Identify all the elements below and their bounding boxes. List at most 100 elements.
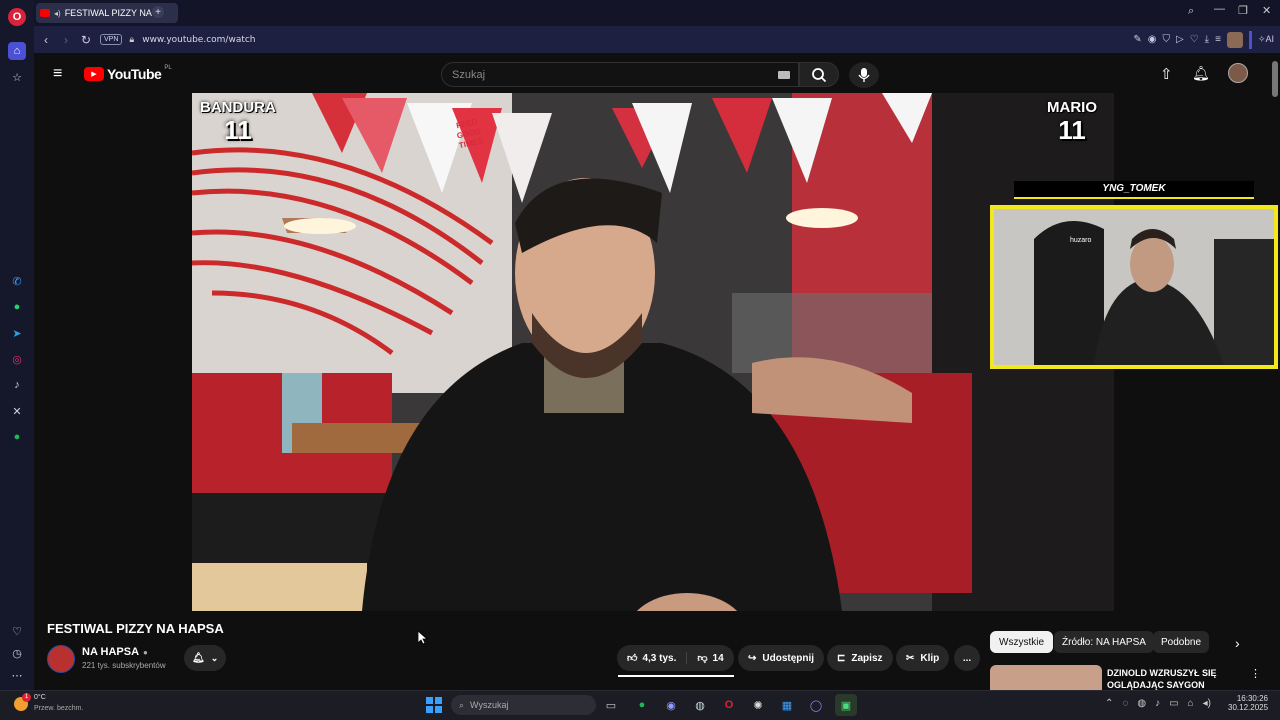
- taskbar-search-input[interactable]: ⌕ Wyszukaj: [451, 695, 596, 715]
- clock[interactable]: 16:30:26 30.12.2025: [1228, 694, 1268, 712]
- chips-next-arrow-icon[interactable]: ›: [1235, 635, 1240, 651]
- like-ratio-bar: [618, 675, 734, 677]
- chip-all[interactable]: Wszystkie: [990, 631, 1053, 653]
- chip-related[interactable]: Podobne: [1153, 631, 1210, 653]
- recommendation-menu-icon[interactable]: ⋮: [1250, 667, 1261, 680]
- url-field[interactable]: www.youtube.com/watch: [142, 35, 255, 45]
- tray-display-icon[interactable]: ▭: [1169, 698, 1178, 709]
- photos-taskbar-icon[interactable]: ▦: [776, 694, 798, 716]
- subscriber-count: 221 tys. subskrybentów: [82, 661, 166, 670]
- shield-icon[interactable]: ⛉: [1163, 34, 1171, 45]
- tab-search-icon[interactable]: ⌕: [1188, 5, 1194, 18]
- heart-icon[interactable]: ♡: [8, 622, 26, 640]
- share-button[interactable]: ↪ Udostępnij: [738, 645, 825, 671]
- logo-text: YouTube: [107, 66, 162, 82]
- more-icon[interactable]: ⋯: [8, 666, 26, 684]
- channel-name[interactable]: NA HAPSA: [82, 646, 139, 658]
- chatgpt-taskbar-icon[interactable]: ✺: [747, 694, 769, 716]
- clock-date: 30.12.2025: [1228, 703, 1269, 712]
- ai-button[interactable]: ✧AI: [1258, 34, 1274, 45]
- telegram-icon[interactable]: ➤: [8, 324, 26, 342]
- clip-button[interactable]: ✂ Klip: [896, 645, 950, 671]
- tray-app2-icon[interactable]: ◍: [1137, 698, 1146, 709]
- profile-avatar[interactable]: [1226, 31, 1243, 48]
- search-button[interactable]: [799, 62, 839, 87]
- app-taskbar-icon[interactable]: ◯: [805, 694, 827, 716]
- windows-start-icon[interactable]: [423, 694, 445, 716]
- channel-avatar[interactable]: [47, 645, 75, 673]
- dislike-button[interactable]: 👎︎ 14: [687, 652, 733, 665]
- recommendation-title[interactable]: DZINOLD WZRUSZYŁ SIĘ OGLĄDAJĄC SAYGON: [1107, 667, 1217, 691]
- spotify-taskbar-icon[interactable]: ●: [631, 694, 653, 716]
- messenger-icon[interactable]: ✆: [8, 272, 26, 290]
- subscribe-bell-button[interactable]: 🔔︎ ⌄: [184, 645, 227, 671]
- notifications-bell-icon[interactable]: 🔔︎: [1192, 65, 1210, 82]
- share-icon: ↪: [748, 652, 757, 664]
- play-icon[interactable]: ▷: [1176, 34, 1184, 45]
- youtube-logo[interactable]: ▶ YouTube PL: [84, 65, 172, 82]
- tray-app-icon[interactable]: ◌: [1122, 698, 1128, 709]
- more-actions-label: ...: [962, 652, 972, 664]
- minimize-button[interactable]: —: [1214, 3, 1225, 15]
- webcam-overlay: YNG_TOMEK huzaro: [990, 181, 1278, 371]
- heart-icon[interactable]: ♡: [1190, 34, 1199, 45]
- restore-button[interactable]: ❐: [1238, 4, 1248, 17]
- opera-taskbar-icon[interactable]: O: [718, 694, 740, 716]
- user-avatar[interactable]: [1228, 63, 1248, 83]
- save-label: Zapisz: [851, 652, 883, 664]
- lock-icon: 🔒︎: [129, 34, 135, 44]
- tray-network-icon[interactable]: ⌂: [1188, 698, 1194, 709]
- left-overlay-badge: BANDURA 11: [200, 99, 276, 144]
- chair-brand-label: huzaro: [1070, 237, 1092, 244]
- channel-name-row[interactable]: NA HAPSA ●: [82, 646, 148, 658]
- instagram-icon[interactable]: ◎: [8, 350, 26, 368]
- hamburger-menu-icon[interactable]: ≡: [53, 65, 62, 83]
- address-bar: ‹ › ↻ VPN 🔒︎ www.youtube.com/watch ✎ ◉ ⛉…: [34, 26, 1280, 53]
- history-icon[interactable]: ◷: [8, 644, 26, 662]
- opera-logo-icon[interactable]: O: [8, 8, 26, 26]
- back-button[interactable]: ‹: [36, 30, 56, 50]
- left-overlay-name: BANDURA: [200, 99, 276, 116]
- video-player[interactable]: BANDURA 11 MARIO 11 FEED GOOD TIMES: [192, 93, 1114, 611]
- scissors-icon: ✂: [906, 652, 915, 664]
- download-icon[interactable]: ⤓: [1205, 34, 1209, 45]
- clock-time: 16:30:26: [1236, 694, 1268, 703]
- vpn-badge[interactable]: VPN: [100, 34, 123, 45]
- steam-taskbar-icon[interactable]: ◍: [689, 694, 711, 716]
- tray-mic-icon[interactable]: ♪: [1155, 698, 1160, 709]
- recommendation-thumbnail[interactable]: [990, 665, 1102, 690]
- voice-search-button[interactable]: [849, 62, 879, 88]
- like-button[interactable]: 👍︎ 4,3 tys.: [627, 652, 688, 664]
- new-tab-button[interactable]: +: [152, 6, 164, 18]
- search-input[interactable]: Szukaj: [441, 62, 799, 87]
- save-button[interactable]: ⊏ Zapisz: [827, 645, 893, 671]
- whatsapp-icon[interactable]: ●: [8, 298, 26, 316]
- reload-button[interactable]: ↻: [76, 30, 96, 50]
- upload-icon[interactable]: ⇧: [1160, 65, 1173, 83]
- tray-volume-icon[interactable]: ◂): [1203, 698, 1211, 709]
- camera-icon[interactable]: ◉: [1148, 34, 1157, 45]
- weather-temp: 0°C: [34, 694, 46, 701]
- audio-icon[interactable]: ◂): [54, 9, 61, 18]
- task-view-icon[interactable]: ▭: [600, 694, 622, 716]
- active-app-taskbar-icon[interactable]: ▣: [835, 694, 857, 716]
- tab-title: FESTIWAL PIZZY NA H: [64, 8, 161, 18]
- discord-taskbar-icon[interactable]: ◉: [660, 694, 682, 716]
- home-icon[interactable]: ⌂: [8, 42, 26, 60]
- spotify-icon[interactable]: ●: [8, 428, 26, 446]
- x-icon[interactable]: ✕: [8, 402, 26, 420]
- keyboard-icon[interactable]: [778, 71, 790, 79]
- forward-button[interactable]: ›: [56, 30, 76, 50]
- region-label: PL: [164, 65, 172, 71]
- taskbar-search-icon: ⌕: [459, 699, 465, 710]
- menu-icon[interactable]: ≡: [1215, 34, 1221, 45]
- tray-chevron-icon[interactable]: ⌃: [1105, 698, 1113, 709]
- more-actions-button[interactable]: ...: [954, 645, 980, 671]
- edit-icon[interactable]: ✎: [1133, 34, 1141, 45]
- close-window-button[interactable]: ✕: [1262, 4, 1271, 17]
- bookmark-star-icon[interactable]: ☆: [8, 68, 26, 86]
- chip-source[interactable]: Źródło: NA HAPSA: [1054, 631, 1154, 653]
- tiktok-icon[interactable]: ♪: [8, 376, 26, 394]
- weather-badge: 1: [22, 693, 31, 702]
- scrollbar-thumb[interactable]: [1272, 61, 1278, 97]
